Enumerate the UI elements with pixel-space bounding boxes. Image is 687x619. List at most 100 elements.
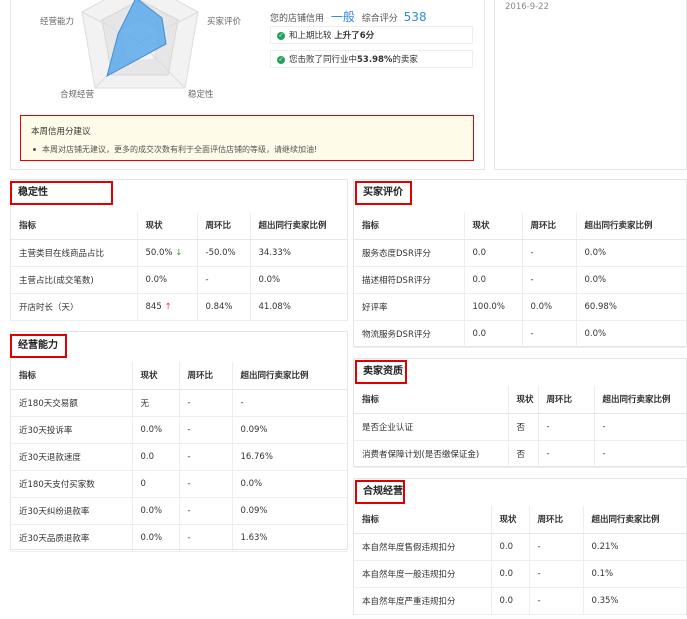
beat-box: ✓您击败了同行业中53.98%的卖家 <box>270 50 473 68</box>
row-name: 消费者保障计划(是否缴保证金) <box>354 440 508 467</box>
date-card <box>494 0 687 170</box>
stability-title: 稳定性 <box>10 181 113 205</box>
row-ratio: 0.0% <box>576 320 686 347</box>
header-ratio: 超出同行卖家比例 <box>594 386 686 413</box>
table-header-row: 指标 现状 周环比 超出同行卖家比例 <box>354 506 686 533</box>
row-wow: - <box>538 413 594 440</box>
compare-text: 和上期比较 <box>289 31 332 41</box>
header-indicator: 指标 <box>11 212 137 239</box>
header-wow: 周环比 <box>179 362 232 389</box>
table-row: 物流服务DSR评分 0.0 - 0.0% <box>354 320 686 347</box>
row-name: 近180天支付买家数 <box>11 470 132 497</box>
row-ratio: 0.1% <box>583 560 686 587</box>
row-status: 0.0 <box>464 266 522 293</box>
row-status: 845 ↑ <box>137 293 197 320</box>
table-row: 近30天退款速度 0.0 - 16.76% <box>11 443 347 470</box>
row-ratio: - <box>594 440 686 467</box>
table-row: 近180天支付买家数 0 - 0.0% <box>11 470 347 497</box>
compare-value: 上升了6分 <box>334 31 374 41</box>
table-row: 消费者保障计划(是否缴保证金) 否 - - <box>354 440 686 467</box>
row-ratio: 60.98% <box>576 293 686 320</box>
row-ratio: - <box>232 389 347 416</box>
credit-prefix: 您的店铺信用 <box>270 14 324 24</box>
row-ratio: - <box>594 413 686 440</box>
row-name: 主营类目在线商品占比 <box>11 239 137 266</box>
row-status: 0.0 <box>132 443 179 470</box>
row-name: 近30天退款速度 <box>11 443 132 470</box>
row-name: 近30天品质退款率 <box>11 524 132 551</box>
row-name: 近30天纠纷退款率 <box>11 497 132 524</box>
table-row: 是否企业认证 否 - - <box>354 413 686 440</box>
row-name: 好评率 <box>354 293 464 320</box>
credit-level: 一般 <box>331 10 355 24</box>
row-name: 物流服务DSR评分 <box>354 320 464 347</box>
row-name: 是否企业认证 <box>354 413 508 440</box>
date-text: 2016-9-22 <box>505 2 549 12</box>
radar-label-bottom-left: 合规经营 <box>60 88 94 100</box>
table-header-row: 指标 现状 周环比 超出同行卖家比例 <box>354 212 686 239</box>
row-wow: - <box>529 533 583 560</box>
header-wow: 周环比 <box>529 506 583 533</box>
header-wow: 周环比 <box>522 212 576 239</box>
table-row: 主营类目在线商品占比 50.0% ↓ -50.0% 34.33% <box>11 239 347 266</box>
buyer-eval-title: 买家评价 <box>355 181 412 205</box>
row-name: 主营占比(成交笔数) <box>11 266 137 293</box>
row-status: 100.0% <box>464 293 522 320</box>
beat-prefix: 您击败了同行业中 <box>289 55 357 65</box>
row-status: 0.0 <box>464 320 522 347</box>
row-ratio: 0.0% <box>576 239 686 266</box>
credit-score: 538 <box>404 10 427 24</box>
row-name: 描述相符DSR评分 <box>354 266 464 293</box>
row-wow: - <box>179 470 232 497</box>
table-row: 服务态度DSR评分 0.0 - 0.0% <box>354 239 686 266</box>
row-status: 0.0 <box>491 587 529 614</box>
row-status: 0.0% <box>132 524 179 551</box>
qualification-table: 指标 现状 周环比 超出同行卖家比例 是否企业认证 否 - - 消费者保障计划(… <box>354 386 686 468</box>
header-indicator: 指标 <box>354 386 508 413</box>
row-status: 0.0% <box>132 497 179 524</box>
header-ratio: 超出同行卖家比例 <box>250 212 347 239</box>
advice-text: 本周对店铺无建议，更多的成交次数有利于全面评估店铺的等级，请继续加油! <box>42 145 317 154</box>
advice-title: 本周信用分建议 <box>31 125 91 137</box>
table-row: 近180天交易额 无 - - <box>11 389 347 416</box>
header-wow: 周环比 <box>538 386 594 413</box>
advice-item: 本周对店铺无建议，更多的成交次数有利于全面评估店铺的等级，请继续加油! <box>33 144 317 155</box>
header-status: 现状 <box>508 386 538 413</box>
bullet-icon <box>33 148 36 151</box>
row-wow: - <box>179 443 232 470</box>
row-wow: - <box>179 524 232 551</box>
row-name: 服务态度DSR评分 <box>354 239 464 266</box>
beat-value: 53.98% <box>357 55 392 65</box>
table-row: 本自然年度售假违规扣分 0.0 - 0.21% <box>354 533 686 560</box>
row-status: 无 <box>132 389 179 416</box>
row-ratio: 0.0% <box>250 266 347 293</box>
table-header-row: 指标 现状 周环比 超出同行卖家比例 <box>354 386 686 413</box>
header-indicator: 指标 <box>11 362 132 389</box>
table-row: 描述相符DSR评分 0.0 - 0.0% <box>354 266 686 293</box>
row-name: 近30天投诉率 <box>11 416 132 443</box>
arrow-down-icon: ↓ <box>175 248 182 258</box>
row-ratio: 0.09% <box>232 497 347 524</box>
row-wow: - <box>522 320 576 347</box>
row-ratio: 0.0% <box>232 470 347 497</box>
row-status: 50.0% ↓ <box>137 239 197 266</box>
header-ratio: 超出同行卖家比例 <box>576 212 686 239</box>
row-name: 本自然年度严重违规扣分 <box>354 587 491 614</box>
row-wow: - <box>197 266 250 293</box>
row-status: 否 <box>508 440 538 467</box>
row-name: 近180天交易额 <box>11 389 132 416</box>
header-status: 现状 <box>491 506 529 533</box>
header-ratio: 超出同行卖家比例 <box>232 362 347 389</box>
row-ratio: 34.33% <box>250 239 347 266</box>
radar-label-top-right: 买家评价 <box>207 15 241 27</box>
arrow-up-icon: ↑ <box>164 302 171 312</box>
row-wow: - <box>522 239 576 266</box>
row-ratio: 0.09% <box>232 416 347 443</box>
header-indicator: 指标 <box>354 506 491 533</box>
table-row: 近30天投诉率 0.0% - 0.09% <box>11 416 347 443</box>
row-wow: 0.0% <box>522 293 576 320</box>
header-status: 现状 <box>137 212 197 239</box>
row-status: 0 <box>132 470 179 497</box>
row-ratio: 1.63% <box>232 524 347 551</box>
row-wow: - <box>538 440 594 467</box>
